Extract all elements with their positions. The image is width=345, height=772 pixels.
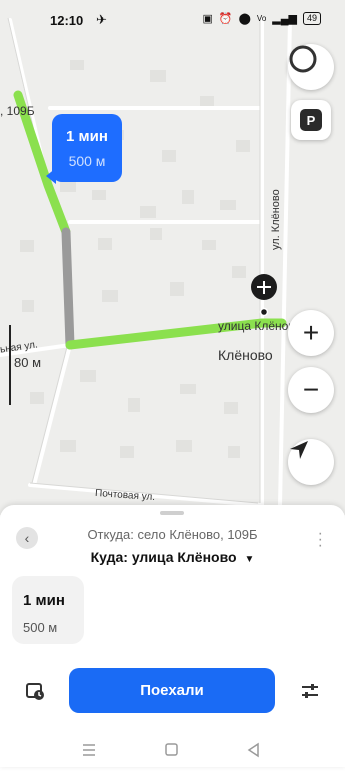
activity-icon: ✈ xyxy=(96,12,107,27)
zoom-in-button[interactable]: + xyxy=(288,310,334,356)
nfc-icon: ▣ xyxy=(202,13,213,25)
nav-back-icon[interactable] xyxy=(247,742,259,758)
signal-icon: ▂▄▆ xyxy=(272,13,297,25)
route-settings-icon[interactable] xyxy=(300,681,320,701)
map-view[interactable]: 12:10 ✈ ▣ ⏰ ⬤ Vo ▂▄▆ 49 , 109Б 1 мин 500… xyxy=(0,0,345,515)
scale-label: 80 м xyxy=(14,355,42,370)
route-bubble-distance: 500 м xyxy=(68,153,106,169)
nav-menu-icon[interactable] xyxy=(83,744,95,756)
status-bar: 12:10 ✈ ▣ ⏰ ⬤ Vo ▂▄▆ 49 xyxy=(0,0,345,42)
sheet-drag-handle[interactable] xyxy=(160,511,184,515)
route-option-distance: 500 м xyxy=(23,620,58,635)
alice-assistant-button[interactable] xyxy=(288,44,334,90)
route-from[interactable]: Откуда: село Клёново, 109Б xyxy=(0,527,345,542)
go-button[interactable]: Поехали xyxy=(69,668,275,713)
status-icons: ▣ ⏰ ⬤ Vo ▂▄▆ 49 xyxy=(202,12,321,25)
more-menu-button[interactable]: · · · xyxy=(318,526,323,554)
my-location-button[interactable] xyxy=(288,439,334,485)
route-sheet: ‹ Откуда: село Клёново, 109Б Куда: улица… xyxy=(0,505,345,767)
parking-button[interactable]: P xyxy=(291,100,331,140)
route-to[interactable]: Куда: улица Клёново ▼ xyxy=(0,549,345,565)
parking-icon: P xyxy=(300,109,322,131)
zoom-out-button[interactable]: − xyxy=(288,367,334,413)
system-nav-bar xyxy=(0,733,345,767)
map-label-street-vertical: ул. Клёново xyxy=(270,189,282,250)
route-to-label: Куда: улица Клёново xyxy=(90,549,237,565)
assistant-icon xyxy=(289,45,317,73)
nav-home-icon[interactable] xyxy=(165,743,178,756)
schedule-departure-icon[interactable] xyxy=(25,681,45,701)
chevron-down-icon: ▼ xyxy=(244,554,255,565)
route-time-bubble[interactable]: 1 мин 500 м xyxy=(52,114,122,182)
status-time: 12:10 xyxy=(50,13,84,28)
navigation-arrow-icon xyxy=(290,441,308,459)
scale-bar xyxy=(9,325,11,405)
volte-icon: Vo xyxy=(256,14,267,23)
map-label-address: , 109Б xyxy=(0,104,35,118)
more-vert-icon: · · · xyxy=(317,525,323,554)
map-label-village: Клёново xyxy=(218,347,273,363)
alarm-icon: ⏰ xyxy=(218,13,233,25)
route-bubble-time: 1 мин xyxy=(66,128,108,145)
bubble-pointer xyxy=(46,168,56,184)
route-option-time: 1 мин xyxy=(23,592,65,609)
battery-indicator: 49 xyxy=(302,12,321,25)
route-option-card[interactable]: 1 мин 500 м xyxy=(12,576,84,644)
location-icon: ⬤ xyxy=(238,13,251,25)
